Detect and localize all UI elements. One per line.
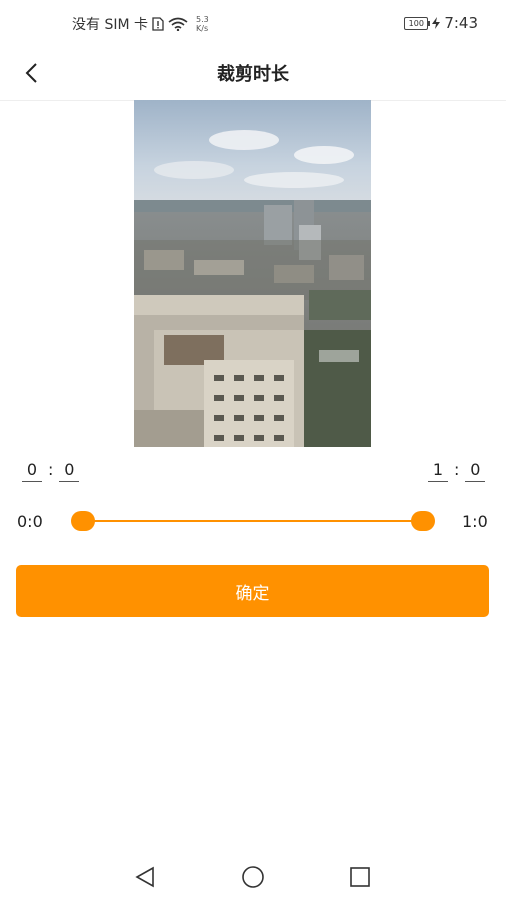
end-minute-field[interactable]: 1 bbox=[428, 460, 448, 482]
speed-unit: K/s bbox=[196, 24, 209, 33]
end-second-field[interactable]: 0 bbox=[465, 460, 486, 482]
start-minute-field[interactable]: 0 bbox=[22, 460, 42, 482]
range-slider-end-thumb[interactable] bbox=[411, 511, 435, 531]
status-left: 没有 SIM 卡 5.3 K/s bbox=[72, 14, 209, 34]
start-time-colon: : bbox=[48, 460, 54, 479]
range-slider-start-thumb[interactable] bbox=[71, 511, 95, 531]
battery-icon: 100 bbox=[404, 16, 431, 30]
wifi-icon bbox=[168, 17, 188, 31]
end-time-colon: : bbox=[454, 460, 460, 479]
app-header: 裁剪时长 bbox=[0, 46, 506, 101]
carrier-text: 没有 SIM 卡 bbox=[72, 17, 148, 33]
video-preview bbox=[134, 100, 371, 447]
system-nav-bar bbox=[0, 850, 506, 900]
slider-start-label: 0:0 bbox=[17, 512, 43, 531]
circle-home-icon bbox=[242, 866, 264, 888]
confirm-button-label: 确定 bbox=[235, 583, 270, 604]
network-speed: 5.3 K/s bbox=[196, 15, 209, 33]
status-bar: 没有 SIM 卡 5.3 K/s 100 7:43 bbox=[0, 0, 506, 46]
nav-recents-button[interactable] bbox=[347, 864, 373, 890]
start-time: 0 : 0 bbox=[22, 460, 80, 482]
nav-back-button[interactable] bbox=[132, 864, 158, 890]
slider-end-label: 1:0 bbox=[462, 512, 488, 531]
nav-home-button[interactable] bbox=[240, 864, 266, 890]
speed-value: 5.3 bbox=[196, 15, 209, 24]
triangle-back-icon bbox=[135, 866, 154, 888]
status-right: 100 7:43 bbox=[404, 14, 478, 32]
video-thumbnail bbox=[134, 100, 371, 447]
square-recents-icon bbox=[350, 867, 370, 887]
charging-icon bbox=[432, 17, 441, 29]
clock: 7:43 bbox=[444, 14, 478, 32]
battery-level: 100 bbox=[408, 18, 424, 28]
range-slider-track[interactable] bbox=[83, 520, 423, 522]
sim-alert-icon bbox=[152, 17, 164, 31]
start-second-field[interactable]: 0 bbox=[59, 460, 80, 482]
confirm-button[interactable]: 确定 bbox=[16, 565, 489, 617]
page-title: 裁剪时长 bbox=[217, 64, 289, 85]
end-time: 1 : 0 bbox=[428, 460, 486, 482]
